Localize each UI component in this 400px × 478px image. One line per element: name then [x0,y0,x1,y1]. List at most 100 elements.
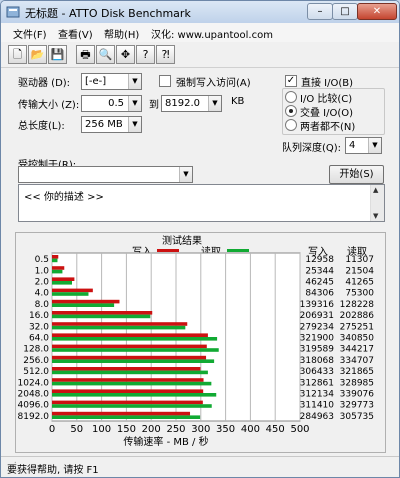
read-value: 75300 [345,289,374,299]
print-preview-icon[interactable]: 🔍 [96,45,115,64]
close-button[interactable]: ✕ [357,3,397,20]
write-value: 311410 [300,401,335,411]
menu-localization[interactable]: 汉化: www.upantool.com [151,26,273,41]
transfer-from-value: 0.5 [108,98,124,109]
transfer-from-select[interactable]: 0.5 ▼ [81,95,142,112]
read-value: 21504 [345,266,374,276]
force-write-label: 强制写入访问(A) [176,78,251,89]
write-value: 84306 [305,289,334,299]
menu-bar: 文件(F) 查看(V) 帮助(H) 汉化: www.upantool.com [1,23,399,42]
x-tick-label: 500 [290,424,309,435]
category-label: 4.0 [35,289,50,299]
save-icon[interactable]: 💾 [48,45,67,64]
write-value: 321900 [300,334,335,344]
help-icon[interactable]: ? [136,45,155,64]
category-label: 16.0 [29,311,49,321]
scroll-up-icon: ▲ [373,186,379,194]
controlled-by-select[interactable]: ▼ [18,166,193,183]
read-value: 340850 [340,334,375,344]
queue-depth-value: 4 [349,140,356,151]
write-value: 279234 [300,322,335,332]
start-button[interactable]: 开始(S) [329,165,384,184]
write-value: 318068 [300,356,335,366]
write-bar [52,344,207,349]
read-value: 328985 [340,378,374,388]
write-value: 312861 [300,378,334,388]
x-tick-label: 300 [191,424,210,435]
write-bar [52,367,201,371]
app-icon [6,6,20,18]
write-value: 312134 [300,390,335,400]
x-tick-label: 450 [266,424,285,435]
total-length-label: 总长度(L): [18,121,65,132]
toolbar: 🗋 📂 💾 🖶 🔍 ✥ ? ⁈ [1,42,399,68]
write-value: 46245 [305,278,334,288]
queue-depth-select[interactable]: 4 ▼ [345,137,382,154]
total-length-select[interactable]: 256 MB ▼ [81,116,142,133]
minimize-button[interactable]: – [307,3,333,20]
total-length-value: 256 MB [85,119,123,130]
write-bar [52,299,120,304]
app-window: 无标题 - ATTO Disk Benchmark – □ ✕ 文件(F) 查看… [0,0,400,478]
direct-io-label: 直接 I/O(B) [301,78,354,89]
category-label: 64.0 [29,334,49,344]
category-label: 8.0 [35,300,50,310]
write-bar [52,333,208,337]
read-bar [52,348,219,352]
write-value: 319589 [300,345,335,355]
overlap-io-radio[interactable] [285,105,297,117]
transfer-unit: KB [231,96,245,107]
x-tick-label: 350 [216,424,235,435]
category-label: 1024.0 [18,378,50,388]
read-value: 202886 [340,311,375,321]
read-bar [52,281,72,285]
menu-file[interactable]: 文件(F) [13,26,47,41]
description-scrollbar[interactable]: ▲ ▼ [370,185,384,221]
category-label: 8192.0 [18,412,50,422]
force-write-checkbox[interactable] [159,75,171,87]
new-file-icon[interactable]: 🗋 [8,45,27,64]
drive-select[interactable]: [-e-] ▼ [81,73,142,90]
results-chart: 测试结果写入读取写入读取0501001502002503003504004505… [18,234,375,448]
read-bar [52,337,218,341]
io-compare-radio[interactable] [285,91,297,103]
direct-io-checkbox[interactable]: ✓ [285,75,297,87]
read-bar [52,303,115,307]
menu-view[interactable]: 查看(V) [58,26,93,41]
read-value: 305735 [340,412,374,422]
context-help-icon[interactable]: ⁈ [156,45,175,64]
move-icon[interactable]: ✥ [116,45,135,64]
write-value: 25344 [305,266,334,276]
write-value: 12958 [305,255,334,265]
x-tick-label: 200 [142,424,161,435]
chevron-down-icon: ▼ [128,74,141,89]
status-text: 要获得帮助, 请按 F1 [7,465,99,476]
read-value: 344217 [340,345,374,355]
chevron-down-icon: ▼ [208,96,221,111]
write-value: 206931 [300,311,334,321]
description-textarea[interactable]: << 你的描述 >> ▲ ▼ [18,184,385,222]
menu-help[interactable]: 帮助(H) [104,26,139,41]
x-tick-label: 250 [166,424,185,435]
x-axis-label: 传输速率 - MB / 秒 [123,435,208,448]
transfer-to-select[interactable]: 8192.0 ▼ [161,95,222,112]
read-bar [52,370,208,375]
resize-grip-icon[interactable]: ⋰ [7,461,17,472]
open-folder-icon[interactable]: 📂 [28,45,47,64]
results-panel: 测试结果写入读取写入读取0501001502002503003504004505… [15,232,386,453]
title-bar[interactable]: 无标题 - ATTO Disk Benchmark – □ ✕ [1,1,399,23]
description-text: << 你的描述 >> [24,192,104,203]
read-value: 128228 [340,300,375,310]
maximize-button[interactable]: □ [332,3,358,20]
neither-radio[interactable] [285,119,297,131]
write-bar [52,378,204,382]
category-label: 4096.0 [18,401,50,411]
category-label: 1.0 [35,266,50,276]
chevron-down-icon: ▼ [128,117,141,132]
window-title: 无标题 - ATTO Disk Benchmark [25,7,191,20]
print-icon[interactable]: 🖶 [76,45,95,64]
transfer-to-label: 到 [149,100,159,111]
write-value: 284963 [300,412,334,422]
read-bar [52,314,151,319]
read-bar [52,325,186,330]
